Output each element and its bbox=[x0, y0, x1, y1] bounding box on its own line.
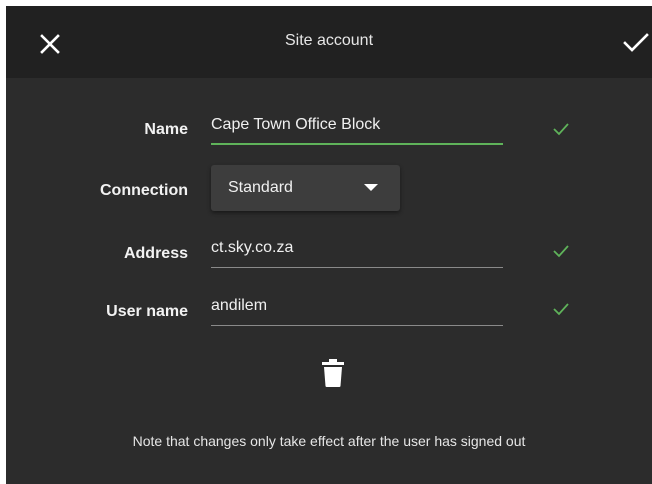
username-underline bbox=[211, 325, 503, 326]
name-valid-check-icon bbox=[553, 123, 569, 136]
address-underline bbox=[211, 267, 503, 268]
site-account-dialog: Site account Name Cape Town Office Block… bbox=[6, 6, 652, 484]
username-valid-check-icon bbox=[553, 303, 569, 316]
connection-label: Connection bbox=[100, 182, 188, 199]
username-value: andilem bbox=[211, 297, 268, 314]
username-field[interactable]: andilem bbox=[211, 296, 503, 326]
address-valid-check-icon bbox=[553, 245, 569, 258]
address-label: Address bbox=[123, 245, 188, 262]
dialog-title: Site account bbox=[284, 32, 374, 49]
name-underline bbox=[211, 143, 503, 145]
confirm-button[interactable] bbox=[616, 23, 652, 63]
address-field[interactable]: ct.sky.co.za bbox=[211, 238, 503, 268]
connection-selected-value: Standard bbox=[228, 179, 293, 196]
dropdown-caret-icon bbox=[364, 184, 378, 191]
username-label: User name bbox=[106, 303, 188, 320]
delete-button[interactable] bbox=[318, 356, 348, 390]
signout-note: Note that changes only take effect after… bbox=[132, 433, 526, 449]
name-field[interactable]: Cape Town Office Block bbox=[211, 115, 503, 145]
name-value: Cape Town Office Block bbox=[211, 116, 381, 133]
trash-icon bbox=[322, 359, 344, 387]
name-label: Name bbox=[144, 121, 188, 138]
address-value: ct.sky.co.za bbox=[211, 239, 294, 256]
checkmark-icon bbox=[623, 33, 649, 52]
header-bar: Site account bbox=[6, 6, 652, 78]
connection-dropdown[interactable]: Standard bbox=[211, 165, 400, 211]
